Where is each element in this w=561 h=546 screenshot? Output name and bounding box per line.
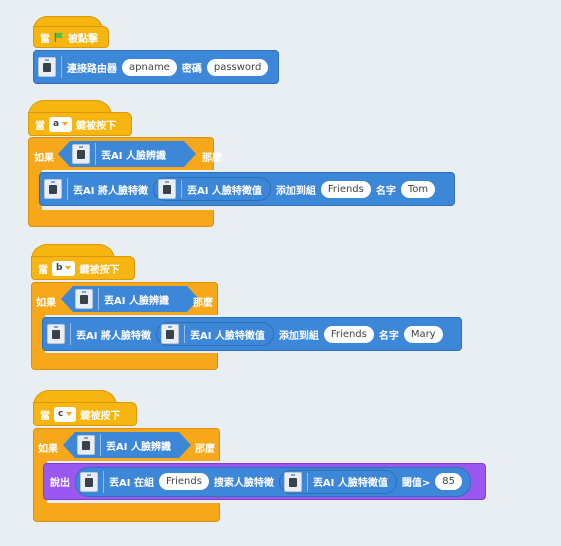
threshold-label: 閾值> [401, 478, 431, 489]
name-input[interactable]: Mary [403, 325, 443, 343]
hat-when-label: 當 [38, 264, 48, 276]
face-recognition-condition[interactable]: 丟AI 人臉辨識 [63, 432, 191, 458]
camera-icon [72, 144, 90, 164]
when-key-pressed-block[interactable]: 當 b 鍵被按下 [31, 256, 135, 280]
key-dropdown[interactable]: b [52, 260, 76, 276]
add-feature-label: 丟AI 將人臉特徵 [76, 330, 151, 342]
camera-icon [157, 179, 176, 199]
separator [67, 178, 68, 200]
apname-input[interactable]: apname [122, 58, 177, 76]
separator [70, 323, 71, 345]
group-input[interactable]: Friends [320, 180, 371, 198]
key-dropdown[interactable]: a [49, 116, 73, 132]
separator [98, 288, 99, 310]
when-flag-clicked-block[interactable]: 當 被點擊 [33, 26, 109, 48]
say-label: 說出 [50, 478, 70, 489]
camera-icon [80, 471, 98, 492]
camera-icon [38, 57, 56, 77]
chevron-down-icon [65, 266, 72, 270]
when-key-pressed-block[interactable]: 當 c 鍵被按下 [33, 402, 137, 426]
name-label: 名字 [378, 330, 399, 342]
if-label: 如果 [36, 298, 56, 309]
password-label: 密碼 [181, 63, 202, 75]
add-to-group-label: 添加到組 [278, 330, 319, 342]
recognize-label: 丟AI 人臉辨識 [106, 441, 171, 453]
key-value: a [53, 119, 60, 129]
key-pressed-label: 鍵被按下 [79, 264, 120, 276]
key-value: c [58, 409, 64, 419]
add-face-feature-block[interactable]: 丟AI 將人臉特徵 丟AI 人臉特徵值 添加到組 Friends 名字 Tom [39, 172, 455, 206]
separator [103, 470, 104, 493]
key-value: b [56, 263, 63, 273]
say-block[interactable]: 說出 丟AI 在組 Friends 搜索人臉特徵 丟AI 人臉特徵值 閾值> 8… [43, 463, 486, 500]
face-feature-reporter[interactable]: 丟AI 人臉特徵值 [278, 469, 397, 494]
add-feature-label: 丟AI 將人臉特徵 [73, 185, 148, 197]
separator [180, 180, 182, 198]
key-pressed-label: 鍵被按下 [76, 120, 117, 132]
key-pressed-label: 鍵被按下 [80, 410, 121, 422]
connect-router-block[interactable]: 連接路由器 apname 密碼 password [33, 50, 279, 84]
camera-icon [77, 435, 95, 455]
separator [95, 143, 96, 165]
face-recognition-condition[interactable]: 丟AI 人臉辨識 [61, 286, 199, 312]
camera-icon [44, 179, 62, 199]
hat-when-label: 當 [35, 120, 45, 132]
connect-router-label: 連接路由器 [67, 63, 117, 75]
separator [183, 325, 185, 343]
group-input[interactable]: Friends [158, 473, 209, 490]
face-feature-reporter[interactable]: 丟AI 人臉特徵值 [155, 322, 274, 346]
search-feature-label: 搜索人臉特徵 [213, 478, 274, 489]
separator [100, 434, 101, 456]
when-key-pressed-block[interactable]: 當 a 鍵被按下 [28, 112, 132, 136]
camera-icon [75, 289, 93, 309]
camera-icon [283, 471, 302, 492]
name-label: 名字 [375, 185, 396, 197]
if-label: 如果 [34, 153, 54, 164]
feature-value-label: 丟AI 人臉特徵值 [189, 330, 265, 342]
separator [306, 472, 308, 491]
recognize-label: 丟AI 人臉辨識 [101, 150, 166, 162]
recognize-label: 丟AI 人臉辨識 [104, 295, 169, 307]
if-label: 如果 [38, 444, 58, 455]
hat-clicked-label: 被點擊 [68, 33, 98, 45]
search-face-feature-reporter[interactable]: 丟AI 在組 Friends 搜索人臉特徵 丟AI 人臉特徵值 閾值> 85 [75, 466, 471, 497]
in-group-label: 丟AI 在組 [109, 478, 154, 489]
password-input[interactable]: password [206, 58, 269, 76]
face-feature-reporter[interactable]: 丟AI 人臉特徵值 [152, 177, 271, 201]
group-input[interactable]: Friends [323, 325, 374, 343]
camera-icon [47, 324, 65, 344]
then-label: 那麼 [202, 153, 222, 164]
then-label: 那麼 [193, 298, 213, 309]
feature-value-label: 丟AI 人臉特徵值 [186, 185, 262, 197]
name-input[interactable]: Tom [400, 180, 436, 198]
separator [61, 56, 62, 78]
then-label: 那麼 [195, 444, 215, 455]
key-dropdown[interactable]: c [54, 406, 77, 422]
hat-when-label: 當 [40, 410, 50, 422]
chevron-down-icon [62, 122, 69, 126]
green-flag-icon [54, 32, 64, 42]
camera-icon [160, 324, 179, 344]
add-to-group-label: 添加到組 [275, 185, 316, 197]
face-recognition-condition[interactable]: 丟AI 人臉辨識 [58, 141, 196, 167]
threshold-input[interactable]: 85 [435, 473, 462, 490]
add-face-feature-block[interactable]: 丟AI 將人臉特徵 丟AI 人臉特徵值 添加到組 Friends 名字 Mary [42, 317, 462, 351]
chevron-down-icon [66, 412, 73, 416]
hat-when-label: 當 [40, 33, 50, 45]
feature-value-label: 丟AI 人臉特徵值 [312, 478, 388, 489]
